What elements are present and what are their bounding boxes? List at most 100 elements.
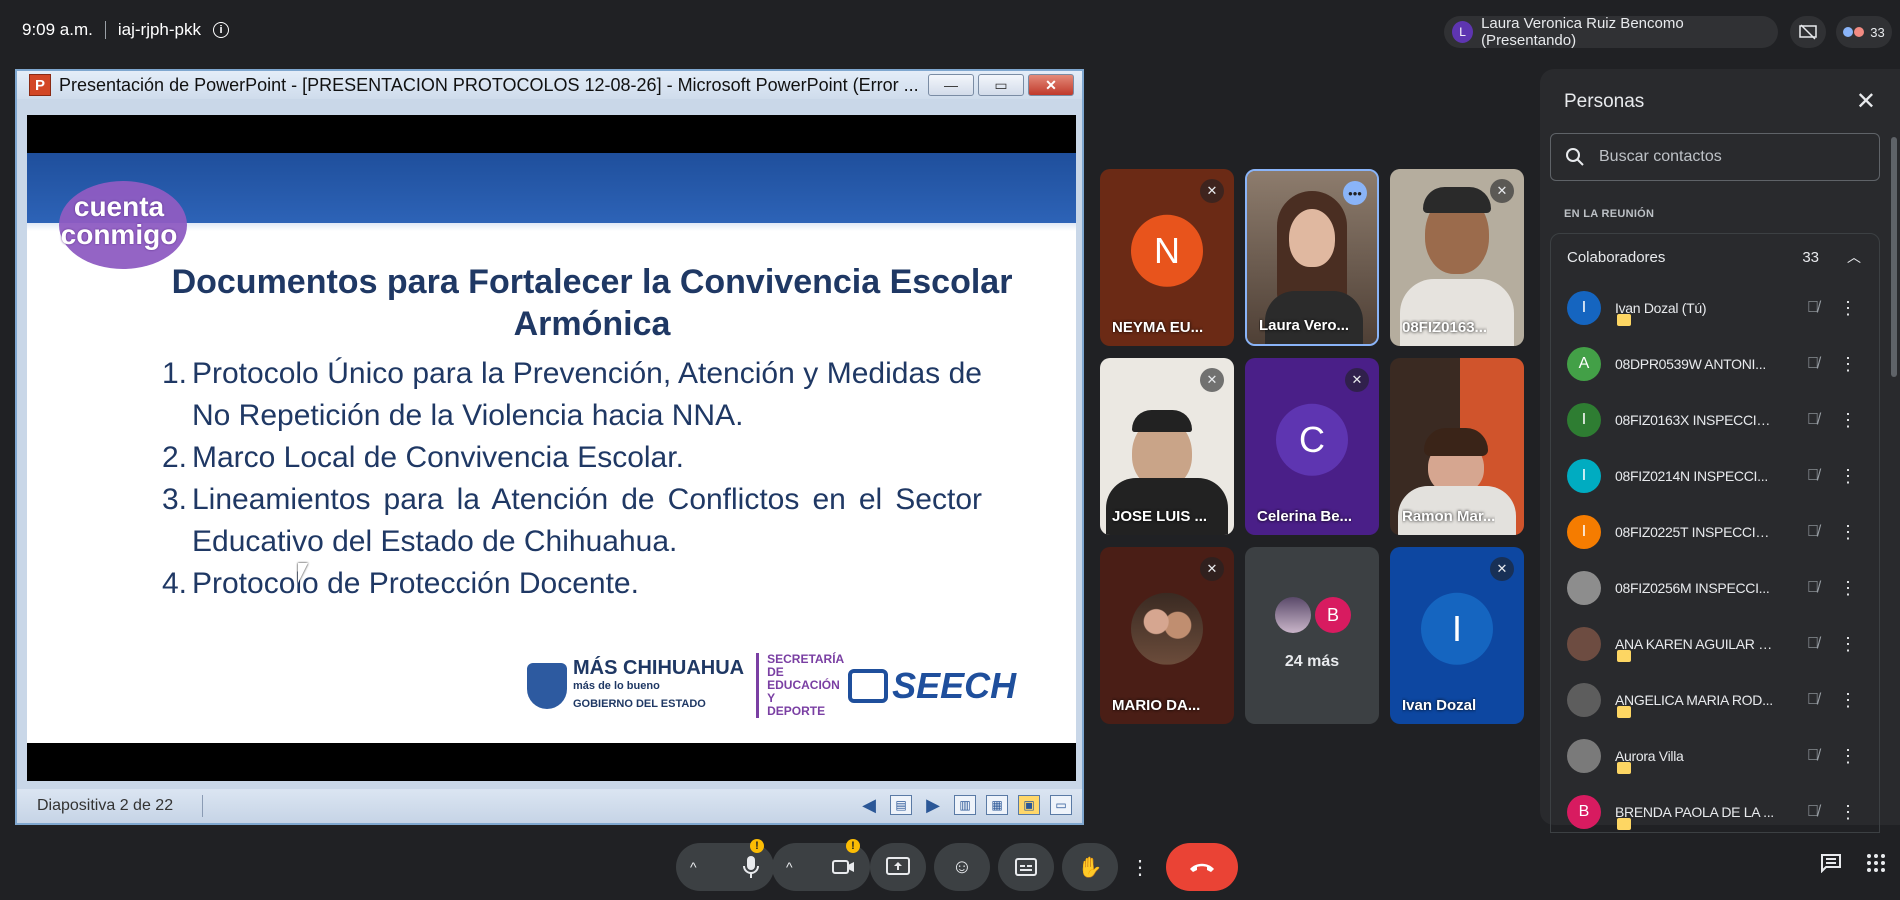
raise-hand-button[interactable]: ✋ bbox=[1062, 843, 1118, 891]
more-vert-icon[interactable]: ⋮ bbox=[1839, 410, 1857, 431]
item-text: Protocolo de Protección Docente. bbox=[192, 567, 639, 600]
present-screen-icon bbox=[886, 857, 910, 875]
item-number: 1. bbox=[162, 357, 188, 390]
item-text: Protocolo Único para la Prevención, Aten… bbox=[192, 357, 982, 432]
tile-laura[interactable]: ••• Laura Vero... bbox=[1245, 169, 1379, 346]
mic-off-icon: ✕ bbox=[1200, 179, 1224, 203]
mouse-cursor-icon bbox=[298, 563, 308, 583]
participant-row[interactable]: 08FIZ0256M INSPECCI... 🎙̸ ⋮ bbox=[1551, 560, 1879, 616]
more-avatars: B bbox=[1275, 597, 1351, 633]
tile-name: Ivan Dozal bbox=[1402, 697, 1477, 714]
avatar bbox=[1567, 571, 1601, 605]
mic-off-icon[interactable]: 🎙̸ bbox=[1807, 523, 1819, 541]
emoji-button[interactable]: ☺ bbox=[934, 843, 990, 891]
mic-off-icon: ✕ bbox=[1490, 557, 1514, 581]
tile-name: Celerina Be... bbox=[1257, 508, 1353, 525]
mic-off-icon[interactable]: 🎙̸ bbox=[1807, 467, 1819, 485]
participant-row[interactable]: I 08FIZ0163X INSPECCIO... 🎙̸ ⋮ bbox=[1551, 392, 1879, 448]
search-box[interactable] bbox=[1550, 133, 1880, 181]
mas-title: MÁS CHIHUAHUA bbox=[573, 656, 745, 679]
avatar: C bbox=[1276, 403, 1348, 476]
participant-row[interactable]: Aurora Villa 🎙̸ ⋮ bbox=[1551, 728, 1879, 784]
chevron-up-icon[interactable]: ^ bbox=[690, 859, 697, 875]
sorter-view-icon[interactable]: ▦ bbox=[986, 795, 1008, 815]
leave-call-button[interactable] bbox=[1166, 843, 1238, 891]
microphone-icon[interactable] bbox=[742, 855, 760, 879]
group-header[interactable]: Colaboradores 33 ︿ bbox=[1551, 234, 1879, 280]
tile-neyma[interactable]: N ✕ NEYMA EU... bbox=[1100, 169, 1234, 346]
window-title: Presentación de PowerPoint - [PRESENTACI… bbox=[59, 74, 919, 95]
tile-name: NEYMA EU... bbox=[1112, 319, 1204, 336]
info-icon[interactable]: i bbox=[213, 22, 230, 38]
more-vert-icon[interactable]: ⋮ bbox=[1839, 298, 1857, 319]
mic-off-icon[interactable]: 🎙̸ bbox=[1807, 747, 1819, 765]
reading-view-icon[interactable]: ▣ bbox=[1018, 795, 1040, 815]
minimize-icon[interactable]: — bbox=[928, 74, 974, 96]
scrollbar[interactable] bbox=[1891, 137, 1897, 377]
participant-name: ANGELICA MARIA ROD... bbox=[1615, 692, 1773, 708]
close-icon[interactable]: ✕ bbox=[1028, 74, 1074, 96]
avatar: A bbox=[1567, 347, 1601, 381]
participant-row[interactable]: ANA KAREN AGUILAR R... 🎙̸ ⋮ bbox=[1551, 616, 1879, 672]
participant-name: Ivan Dozal (Tú) bbox=[1615, 300, 1707, 316]
photo-avatar bbox=[1131, 592, 1203, 665]
mic-off-icon[interactable]: 🎙̸ bbox=[1807, 411, 1819, 429]
more-vert-icon[interactable]: ⋮ bbox=[1839, 354, 1857, 375]
captions-icon bbox=[1015, 858, 1037, 876]
next-slide-icon[interactable]: ▶ bbox=[922, 795, 944, 815]
screen-share-off-icon[interactable] bbox=[1790, 16, 1826, 48]
chat-icon[interactable] bbox=[1820, 853, 1842, 879]
mini-avatar-b: B bbox=[1315, 597, 1351, 633]
present-button[interactable] bbox=[870, 843, 926, 891]
tile-08fiz0163[interactable]: ✕ 08FIZ0163... bbox=[1390, 169, 1524, 346]
prev-slide-icon[interactable]: ◀ bbox=[858, 795, 880, 815]
participant-row[interactable]: I 08FIZ0225T INSPECCIO... 🎙̸ ⋮ bbox=[1551, 504, 1879, 560]
tile-celerina[interactable]: C ✕ Celerina Be... bbox=[1245, 358, 1379, 535]
presenter-chip[interactable]: L Laura Veronica Ruiz Bencomo (Presentan… bbox=[1444, 15, 1778, 49]
slide-menu-icon[interactable]: ▤ bbox=[890, 795, 912, 815]
mic-off-icon[interactable]: 🎙̸ bbox=[1807, 579, 1819, 597]
slideshow-view-icon[interactable]: ▭ bbox=[1050, 795, 1072, 815]
more-vert-icon[interactable]: ⋮ bbox=[1839, 466, 1857, 487]
more-vert-icon[interactable]: ⋮ bbox=[1839, 690, 1857, 711]
chevron-up-icon[interactable]: ^ bbox=[786, 859, 793, 875]
tile-ramon[interactable]: Ramon Mar... bbox=[1390, 358, 1524, 535]
search-input[interactable] bbox=[1599, 148, 1839, 166]
more-options-button[interactable]: ⋮ bbox=[1126, 843, 1154, 891]
more-vert-icon[interactable]: ⋮ bbox=[1839, 522, 1857, 543]
participant-row[interactable]: B BRENDA PAOLA DE LA ... 🎙̸ ⋮ bbox=[1551, 784, 1879, 832]
participant-row[interactable]: I 08FIZ0214N INSPECCI... 🎙̸ ⋮ bbox=[1551, 448, 1879, 504]
more-vert-icon[interactable]: ⋮ bbox=[1839, 634, 1857, 655]
shield-icon bbox=[527, 662, 567, 709]
avatar: I bbox=[1567, 291, 1601, 325]
participant-name: ANA KAREN AGUILAR R... bbox=[1615, 636, 1775, 652]
tile-ivan[interactable]: I ✕ Ivan Dozal bbox=[1390, 547, 1524, 724]
participant-row[interactable]: I Ivan Dozal (Tú) 🎙̸ ⋮ bbox=[1551, 280, 1879, 336]
camera-icon[interactable] bbox=[832, 858, 856, 876]
more-vert-icon[interactable]: ⋮ bbox=[1839, 802, 1857, 823]
tile-more-participants[interactable]: B 24 más bbox=[1245, 547, 1379, 724]
cuenta-conmigo-logo: cuenta conmigo bbox=[49, 171, 189, 271]
mic-off-icon[interactable]: 🎙̸ bbox=[1807, 803, 1819, 821]
tile-name: Laura Vero... bbox=[1259, 317, 1350, 334]
captions-button[interactable] bbox=[998, 843, 1054, 891]
more-vert-icon[interactable]: ⋮ bbox=[1839, 746, 1857, 767]
search-icon bbox=[1566, 148, 1584, 166]
mic-off-icon[interactable]: 🎙̸ bbox=[1807, 299, 1819, 317]
participants-button[interactable]: 33 bbox=[1836, 16, 1892, 48]
participant-row[interactable]: ANGELICA MARIA ROD... 🎙̸ ⋮ bbox=[1551, 672, 1879, 728]
tile-mario[interactable]: ✕ MARIO DA... bbox=[1100, 547, 1234, 724]
close-icon[interactable]: ✕ bbox=[1856, 87, 1876, 116]
mic-off-icon[interactable]: 🎙̸ bbox=[1807, 635, 1819, 653]
tile-jose-luis[interactable]: ✕ JOSE LUIS ... bbox=[1100, 358, 1234, 535]
mic-off-icon[interactable]: 🎙̸ bbox=[1807, 355, 1819, 373]
more-vert-icon[interactable]: ⋮ bbox=[1839, 578, 1857, 599]
logo-text: cuenta conmigo bbox=[60, 191, 178, 250]
meeting-code: iaj-rjph-pkk bbox=[117, 20, 202, 39]
maximize-icon[interactable]: ▭ bbox=[978, 74, 1024, 96]
participant-row[interactable]: A 08DPR0539W ANTONI... 🎙̸ ⋮ bbox=[1551, 336, 1879, 392]
mic-off-icon[interactable]: 🎙̸ bbox=[1807, 691, 1819, 709]
activities-grid-icon[interactable] bbox=[1866, 853, 1886, 879]
chevron-up-icon[interactable]: ︿ bbox=[1847, 247, 1861, 267]
normal-view-icon[interactable]: ▥ bbox=[954, 795, 976, 815]
